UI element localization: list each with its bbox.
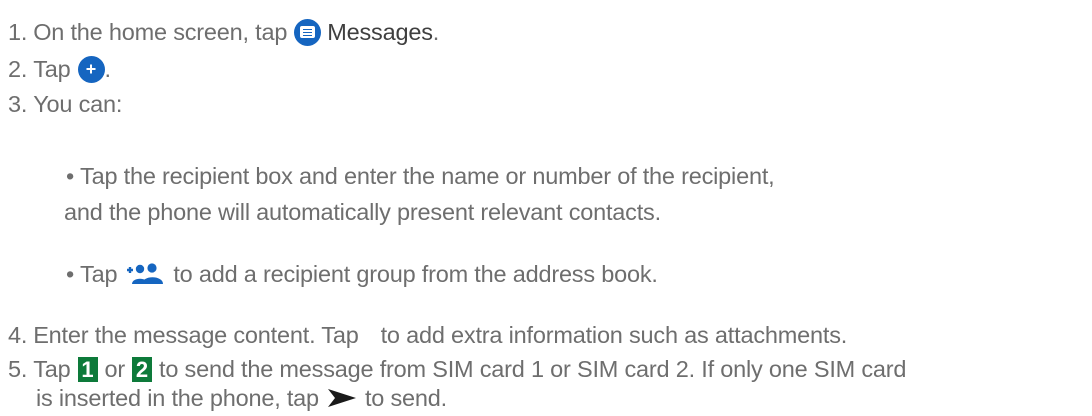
add-group-icon xyxy=(127,263,164,284)
step-5-text-mid: or xyxy=(104,356,126,382)
step-3: 3. You can: xyxy=(8,90,122,118)
step-1-period: . xyxy=(432,19,440,45)
step-1-text: On the home screen, tap xyxy=(33,19,288,45)
bullet-1-line-2: and the phone will automatically present… xyxy=(64,198,661,226)
attachment-icon xyxy=(363,325,377,345)
sim-1-icon: 1 xyxy=(77,356,98,382)
step-1: 1. On the home screen, tap Messages. xyxy=(8,18,439,46)
bullet-2-text-before: Tap xyxy=(80,261,118,287)
step-5-line-2-before: is inserted in the phone, tap xyxy=(36,385,319,411)
send-icon xyxy=(327,389,356,407)
messages-app-name: Messages xyxy=(327,19,433,45)
step-4-number: 4. xyxy=(8,322,28,348)
bullet-1-line-1: • Tap the recipient box and enter the na… xyxy=(66,162,775,190)
step-5-text-before: Tap xyxy=(33,356,71,382)
sim-2-icon: 2 xyxy=(132,356,152,382)
messages-app-icon xyxy=(294,18,322,46)
step-5-number: 5. xyxy=(8,356,28,382)
add-icon xyxy=(77,55,105,83)
step-5-line-2: is inserted in the phone, tap to send. xyxy=(36,384,447,412)
step-2-text: Tap xyxy=(33,56,71,82)
step-3-number: 3. xyxy=(8,91,28,117)
step-5-line-2-after: to send. xyxy=(364,385,447,411)
step-2-number: 2. xyxy=(8,56,28,82)
step-2: 2. Tap . xyxy=(8,55,111,83)
step-3-text: You can: xyxy=(33,91,123,117)
instruction-document: 1. On the home screen, tap Messages. 2. … xyxy=(0,0,1092,416)
bullet-1-text-line-2: and the phone will automatically present… xyxy=(64,199,661,225)
bullet-marker: • xyxy=(66,163,75,189)
bullet-marker: • xyxy=(66,261,75,287)
step-4-text-after: to add extra information such as attachm… xyxy=(380,322,848,348)
step-1-number: 1. xyxy=(8,19,28,45)
bullet-1-text-line-1: Tap the recipient box and enter the name… xyxy=(80,163,775,189)
bullet-2: • Tap to add a recipient group from the … xyxy=(66,260,658,288)
bullet-2-text-after: to add a recipient group from the addres… xyxy=(173,261,658,287)
step-4: 4. Enter the message content. Tap to add… xyxy=(8,321,847,349)
step-5-line-1: 5. Tap 1 or 2 to send the message from S… xyxy=(8,355,906,383)
step-4-text-before: Enter the message content. Tap xyxy=(33,322,359,348)
step-5-text-after: to send the message from SIM card 1 or S… xyxy=(159,356,907,382)
step-2-period: . xyxy=(104,56,112,82)
